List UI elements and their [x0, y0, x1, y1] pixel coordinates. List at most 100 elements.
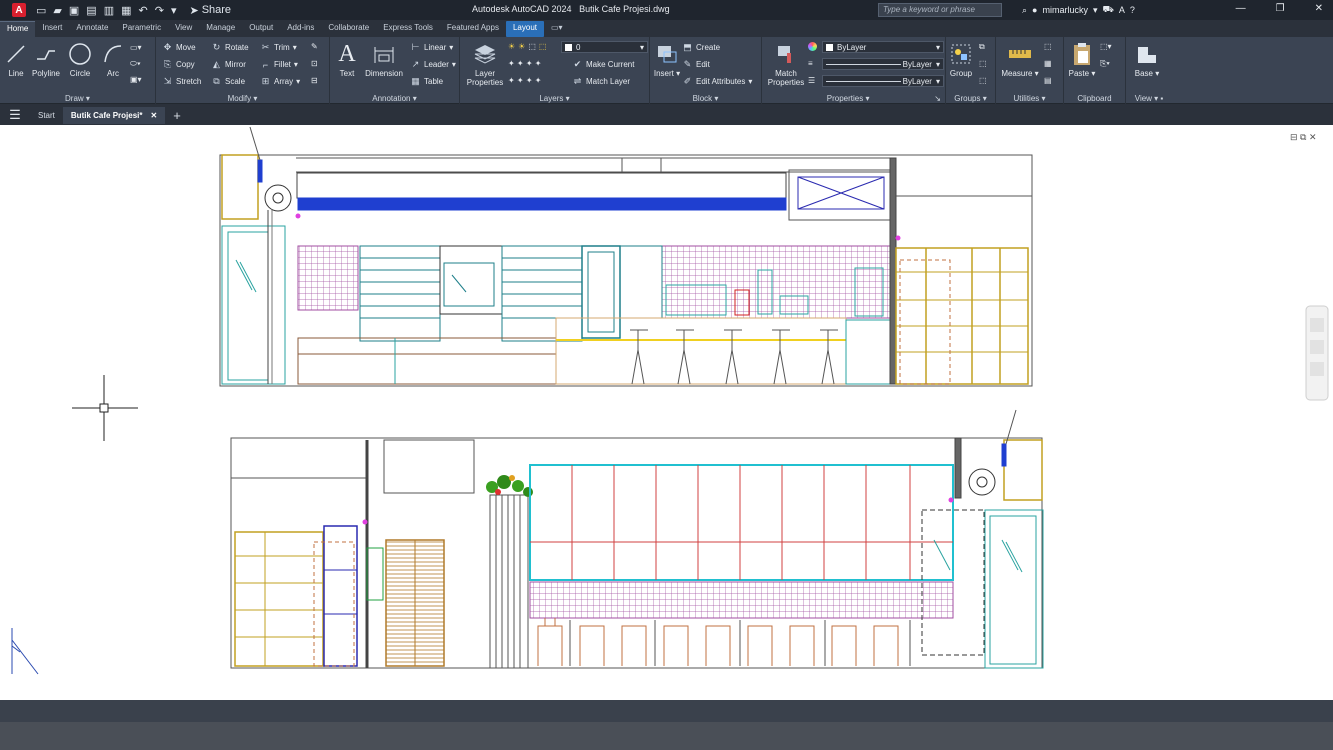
- utilities-panel-title[interactable]: Utilities ▾: [996, 94, 1063, 103]
- insert-button[interactable]: Insert ▾: [648, 41, 686, 78]
- leader-button[interactable]: ↗ Leader ▾: [410, 59, 456, 70]
- tab-manage[interactable]: Manage: [199, 21, 242, 37]
- cut-icon[interactable]: ⬚▾: [1100, 42, 1112, 51]
- web-mobile-icon[interactable]: ▥: [104, 4, 114, 17]
- layer-dropdown[interactable]: 0 ▾: [561, 41, 648, 53]
- tab-output[interactable]: Output: [242, 21, 280, 37]
- cart-icon[interactable]: ⛟: [1103, 4, 1114, 16]
- close-tab-icon[interactable]: ✕: [150, 111, 157, 120]
- new-file-icon[interactable]: ▭: [36, 4, 46, 17]
- tab-view[interactable]: View: [168, 21, 199, 37]
- id-point-icon[interactable]: ▤: [1044, 76, 1052, 85]
- text-button[interactable]: A Text: [328, 41, 366, 79]
- group-edit-icon[interactable]: ⬚: [979, 59, 987, 68]
- modify-panel-title[interactable]: Modify ▾: [156, 94, 329, 103]
- viewport-controls[interactable]: ⊟ ⧉ ✕: [1290, 132, 1317, 142]
- explode-icon[interactable]: ⊡: [311, 59, 318, 68]
- redo-icon[interactable]: ↷: [155, 4, 164, 17]
- share-button[interactable]: ➤ Share: [189, 4, 231, 17]
- scale-button[interactable]: ⧉ Scale: [211, 76, 245, 87]
- ungroup-icon[interactable]: ⧉: [979, 42, 985, 52]
- hamburger-menu-icon[interactable]: ☰: [0, 107, 30, 123]
- autodesk-app-icon[interactable]: A: [1119, 5, 1125, 15]
- color-dropdown[interactable]: ByLayer ▾: [822, 41, 944, 53]
- group-select-icon[interactable]: ⬚: [979, 76, 987, 85]
- arc-button[interactable]: Arc: [94, 41, 132, 78]
- layer-state-icons[interactable]: ☀ ☀ ⬚ ⬚: [508, 42, 546, 51]
- clipboard-panel-title[interactable]: Clipboard: [1064, 94, 1125, 103]
- help-icon[interactable]: ?: [1130, 5, 1135, 15]
- paste-button[interactable]: Paste ▾: [1063, 41, 1101, 78]
- groups-panel-title[interactable]: Groups ▾: [946, 94, 995, 103]
- tab-annotate[interactable]: Annotate: [69, 21, 115, 37]
- edit-block-button[interactable]: ✎ Edit: [682, 59, 710, 70]
- linear-button[interactable]: ⊢ Linear ▾: [410, 42, 454, 53]
- search-icon[interactable]: ⌕: [1022, 5, 1027, 16]
- trim-button[interactable]: ✂ Trim ▾: [260, 42, 297, 53]
- fillet-button[interactable]: ⌐ Fillet ▾: [260, 59, 298, 70]
- maximize-icon[interactable]: ❐: [1276, 3, 1285, 14]
- layer-tools-row-1[interactable]: ✦ ✦ ✦ ✦: [508, 59, 541, 68]
- ribbon-minimize-icon[interactable]: ▭▾: [544, 21, 570, 37]
- navigation-bar[interactable]: [1305, 305, 1329, 401]
- draw-panel-title[interactable]: Draw ▾: [0, 94, 155, 103]
- group-button[interactable]: Group: [942, 41, 980, 78]
- copy-clip-icon[interactable]: ⎘▾: [1100, 59, 1110, 69]
- save-as-icon[interactable]: ▤: [86, 4, 96, 17]
- customize-dropdown-icon[interactable]: ▾: [171, 4, 177, 17]
- table-button[interactable]: ▦ Table: [410, 76, 443, 87]
- region-icon[interactable]: ▣▾: [130, 75, 142, 84]
- save-icon[interactable]: ▣: [69, 4, 79, 17]
- tab-start[interactable]: Start: [30, 107, 63, 124]
- hatch-icon[interactable]: ⬭▾: [130, 59, 141, 69]
- drawing-canvas[interactable]: ⊟ ⧉ ✕: [0, 125, 1333, 700]
- layers-panel-title[interactable]: Layers ▾: [460, 94, 649, 103]
- polyline-button[interactable]: Polyline: [27, 41, 65, 78]
- block-panel-title[interactable]: Block ▾: [650, 94, 761, 103]
- close-icon[interactable]: ✕: [1315, 3, 1323, 14]
- make-current-button[interactable]: ✔ Make Current: [572, 59, 635, 70]
- tab-layout[interactable]: Layout: [505, 21, 544, 37]
- offset-icon[interactable]: ⊟: [311, 76, 318, 85]
- quick-select-icon[interactable]: ⬚: [1044, 42, 1052, 51]
- rectangle-icon[interactable]: ▭▾: [130, 43, 142, 52]
- edit-attributes-button[interactable]: ✐ Edit Attributes ▾: [682, 76, 753, 87]
- lineweight-dropdown[interactable]: ByLayer ▾: [822, 75, 944, 87]
- color-wheel-icon[interactable]: [808, 42, 817, 51]
- rotate-button[interactable]: ↻ Rotate: [211, 42, 249, 53]
- open-folder-icon[interactable]: ▰: [53, 4, 61, 17]
- tab-collaborate[interactable]: Collaborate: [321, 21, 376, 37]
- measure-button[interactable]: Measure ▾: [998, 41, 1042, 78]
- tab-express-tools[interactable]: Express Tools: [376, 21, 440, 37]
- tab-active-drawing[interactable]: Butik Cafe Projesi* ✕: [62, 106, 166, 124]
- erase-icon[interactable]: ✎: [311, 42, 318, 51]
- tab-featured-apps[interactable]: Featured Apps: [440, 21, 506, 37]
- copy-button[interactable]: ⎘ Copy: [162, 59, 195, 70]
- base-button[interactable]: Base ▾: [1128, 41, 1166, 78]
- lineweight-icon[interactable]: ☰: [808, 76, 815, 85]
- command-line[interactable]: [0, 722, 1333, 750]
- move-button[interactable]: ✥ Move: [162, 42, 196, 53]
- linetype-dropdown[interactable]: ByLayer ▾: [822, 58, 944, 70]
- layer-tools-row-2[interactable]: ✦ ✦ ✦ ✦: [508, 76, 541, 85]
- stretch-button[interactable]: ⇲ Stretch: [162, 76, 202, 87]
- mirror-button[interactable]: ◭ Mirror: [211, 59, 246, 70]
- tab-home[interactable]: Home: [0, 21, 36, 37]
- match-layer-button[interactable]: ⇌ Match Layer: [572, 76, 630, 87]
- properties-panel-title[interactable]: Properties ▾ ↘: [762, 94, 945, 103]
- array-button[interactable]: ⊞ Array ▾: [260, 76, 300, 87]
- create-block-button[interactable]: ⬒ Create: [682, 42, 720, 53]
- plot-icon[interactable]: ▦: [121, 4, 131, 17]
- autocad-logo-icon[interactable]: A: [12, 3, 26, 17]
- user-menu[interactable]: ⌕ ● mimarlucky ▾ ⛟ A ?: [1022, 4, 1135, 16]
- undo-icon[interactable]: ↶: [139, 4, 148, 17]
- view-panel-title[interactable]: View ▾ ▪: [1126, 94, 1172, 103]
- calculator-icon[interactable]: ▦: [1044, 59, 1052, 68]
- new-tab-icon[interactable]: +: [165, 104, 189, 127]
- linetype-icon[interactable]: ≡: [808, 59, 813, 68]
- tab-add-ins[interactable]: Add-ins: [280, 21, 321, 37]
- minimize-icon[interactable]: —: [1236, 3, 1246, 14]
- search-input[interactable]: Type a keyword or phrase: [878, 3, 1002, 17]
- tab-insert[interactable]: Insert: [35, 21, 69, 37]
- dimension-button[interactable]: Dimension: [364, 41, 404, 78]
